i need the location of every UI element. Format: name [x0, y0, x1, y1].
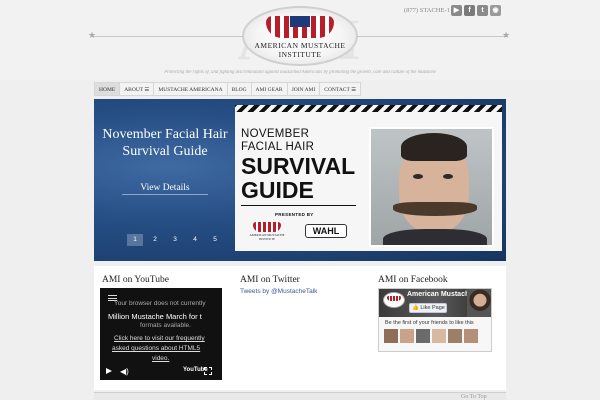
- video-faq-link[interactable]: video.: [152, 355, 169, 362]
- mustache-flag-icon: [253, 222, 281, 232]
- nav-item-contact[interactable]: CONTACT ☰: [319, 82, 362, 96]
- avatar[interactable]: [432, 329, 446, 343]
- facebook-page-widget: American Mustache 👍 Like Page Be the fir…: [378, 288, 492, 352]
- twitter-icon[interactable]: t: [477, 5, 488, 16]
- video-faq-link[interactable]: asked questions about HTML5: [112, 345, 200, 352]
- facebook-friends-text: Be the first of your friends to like thi…: [385, 320, 474, 326]
- avatar[interactable]: [400, 329, 414, 343]
- poster-headline: GUIDE: [241, 177, 314, 203]
- avatar[interactable]: [464, 329, 478, 343]
- site-header: AMI ★ ★ AMERICAN MUSTACHE INSTITUTE (877…: [0, 0, 600, 80]
- poster-ami-logo: AMERICAN MUSTACHE INSTITUTE: [247, 222, 287, 242]
- pager-item[interactable]: 1: [127, 234, 143, 246]
- facebook-section-title: AMI on Facebook: [378, 275, 448, 285]
- go-to-top-link[interactable]: Go To Top: [461, 394, 487, 400]
- site-logo[interactable]: AMERICAN MUSTACHE INSTITUTE: [242, 6, 358, 66]
- avatar[interactable]: [416, 329, 430, 343]
- pager-item[interactable]: 3: [167, 234, 183, 246]
- video-message: formats available.: [140, 322, 191, 329]
- fullscreen-icon[interactable]: [204, 367, 212, 375]
- twitter-timeline-link[interactable]: Tweets by @MustacheTalk: [240, 288, 317, 295]
- video-message: Your browser does not currently: [114, 300, 206, 307]
- video-faq-link[interactable]: Click here to visit our frequently: [114, 335, 205, 342]
- facebook-page-name[interactable]: American Mustache: [407, 291, 473, 298]
- youtube-icon[interactable]: ▶: [451, 5, 462, 16]
- poster-hazard-stripe: [235, 105, 502, 112]
- poster-line: FACIAL HAIR: [241, 141, 315, 153]
- rss-icon[interactable]: ◉: [490, 5, 501, 16]
- star-icon: ★: [502, 30, 511, 40]
- avatar[interactable]: [384, 329, 398, 343]
- poster-ami-text: AMERICAN MUSTACHE INSTITUTE: [249, 233, 285, 241]
- view-details-button[interactable]: View Details: [122, 183, 208, 195]
- nav-item-ami-gear[interactable]: AMI GEAR: [250, 82, 287, 96]
- youtube-video-player[interactable]: Your browser does not currently Million …: [100, 288, 222, 380]
- mustache-flag-icon: [266, 16, 334, 38]
- avatar[interactable]: [448, 329, 462, 343]
- youtube-section-title: AMI on YouTube: [102, 275, 169, 285]
- mustache-shape: [393, 202, 477, 216]
- nav-item-mustache-americana[interactable]: MUSTACHE AMERICANA: [153, 82, 227, 96]
- facebook-fan-avatars: [384, 329, 478, 343]
- nav-item-about[interactable]: ABOUT ☰: [119, 82, 154, 96]
- mustache-man-photo: [369, 127, 494, 247]
- poster-divider: [241, 205, 356, 206]
- featured-slider: November Facial Hair Survival Guide View…: [94, 99, 506, 261]
- facebook-icon[interactable]: f: [464, 5, 475, 16]
- logo-text: AMERICAN MUSTACHE INSTITUTE: [254, 41, 346, 59]
- facebook-like-button[interactable]: 👍 Like Page: [409, 303, 447, 313]
- social-columns: AMI on YouTube AMI on Twitter AMI on Fac…: [94, 266, 506, 390]
- ami-logo-thumbnail: [383, 292, 405, 308]
- video-title[interactable]: Million Mustache March for t: [108, 312, 202, 321]
- site-tagline: Protecting the rights of, and fighting d…: [164, 70, 436, 75]
- phone-number: (877) STACHE-1: [404, 7, 450, 14]
- site-footer: [94, 392, 506, 400]
- star-icon: ★: [88, 30, 97, 40]
- pager-item[interactable]: 4: [187, 234, 203, 246]
- cover-photo-face: [467, 289, 491, 317]
- slider-pager: 1 2 3 4 5: [127, 234, 223, 246]
- pager-item[interactable]: 2: [147, 234, 163, 246]
- sponsor-logo: WAHL: [305, 224, 347, 238]
- nav-item-home[interactable]: HOME: [94, 82, 120, 96]
- nav-item-join-ami[interactable]: JOIN AMI: [286, 82, 320, 96]
- play-icon[interactable]: [106, 368, 112, 374]
- pager-item[interactable]: 5: [207, 234, 223, 246]
- poster-presented-by: PRESENTED BY: [275, 212, 314, 217]
- poster-headline: SURVIVAL: [241, 153, 356, 179]
- slide-title: November Facial Hair Survival Guide: [102, 127, 228, 159]
- poster-line: NOVEMBER: [241, 128, 310, 140]
- volume-icon[interactable]: ◀): [120, 367, 129, 376]
- nav-item-blog[interactable]: BLOG: [226, 82, 251, 96]
- facebook-cover[interactable]: American Mustache 👍 Like Page: [379, 289, 491, 317]
- slide-poster[interactable]: NOVEMBER FACIAL HAIR SURVIVAL GUIDE PRES…: [235, 105, 502, 251]
- main-nav: HOME ABOUT ☰ MUSTACHE AMERICANA BLOG AMI…: [94, 82, 362, 96]
- twitter-section-title: AMI on Twitter: [240, 275, 300, 285]
